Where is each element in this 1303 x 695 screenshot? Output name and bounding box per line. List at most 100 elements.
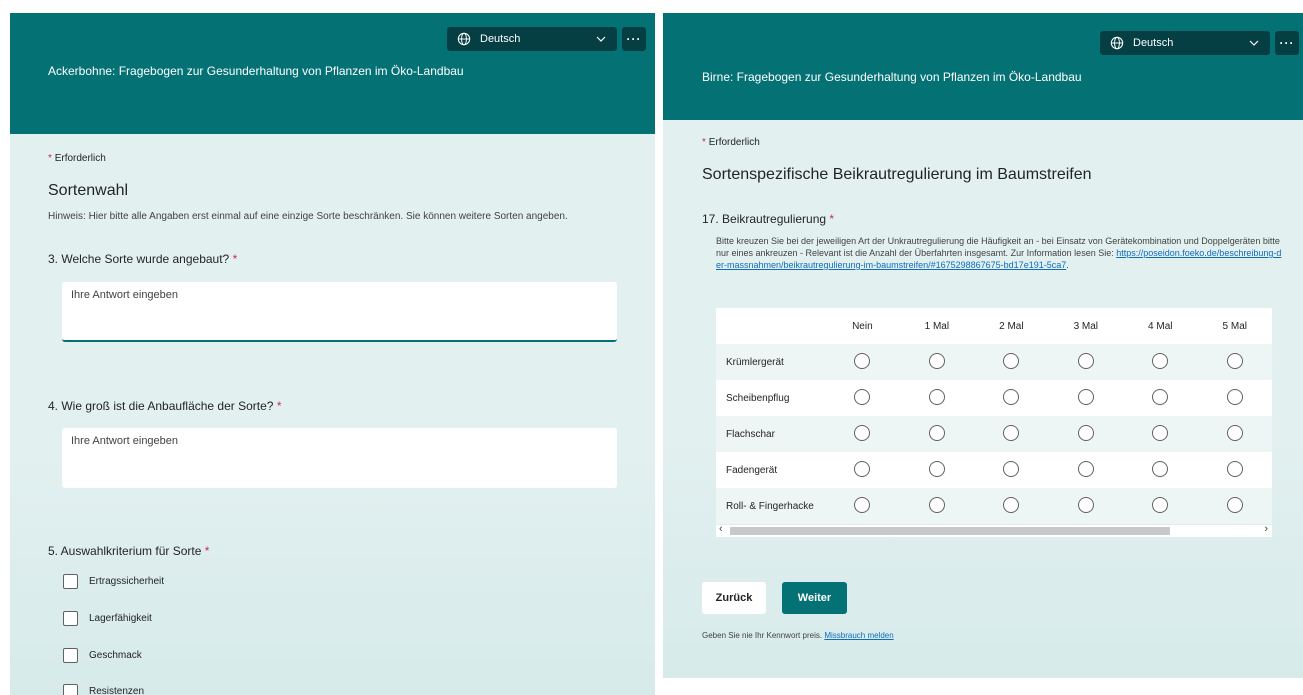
required-note: * Erforderlich: [48, 153, 106, 164]
matrix-cell: [1197, 344, 1272, 380]
matrix-cell: [1123, 380, 1198, 416]
matrix-cell: [974, 416, 1049, 452]
matrix-cell: [825, 416, 900, 452]
radio-button[interactable]: [1152, 388, 1169, 405]
matrix-corner: [716, 308, 826, 344]
matrix-cell: [974, 452, 1049, 488]
section-hint: Hinweis: Hier bitte alle Angaben erst ei…: [48, 211, 568, 222]
matrix-cell: [974, 380, 1049, 416]
radio-button[interactable]: [928, 460, 945, 477]
radio-button[interactable]: [1152, 496, 1169, 513]
matrix-row: Fadengerät: [716, 452, 1272, 488]
radio-button[interactable]: [928, 496, 945, 513]
more-options-button[interactable]: ···: [1275, 31, 1299, 55]
language-select[interactable]: Deutsch: [447, 27, 617, 51]
footer-note: Geben Sie nie Ihr Kennwort preis. Missbr…: [702, 631, 894, 640]
report-abuse-link[interactable]: Missbrauch melden: [824, 631, 893, 640]
radio-button[interactable]: [1226, 460, 1243, 477]
radio-button[interactable]: [854, 424, 871, 441]
option-ertragssicherheit[interactable]: Ertragssicherheit: [63, 574, 164, 589]
radio-button[interactable]: [1003, 424, 1020, 441]
matrix-row-label: Scheibenpflug: [716, 380, 826, 416]
horizontal-scrollbar[interactable]: ‹ ›: [716, 523, 1272, 537]
radio-button[interactable]: [1077, 388, 1094, 405]
matrix-cell: [825, 380, 900, 416]
radio-button[interactable]: [1077, 424, 1094, 441]
form-header: Deutsch ··· Birne: Fragebogen zur Gesund…: [663, 13, 1303, 120]
matrix-table: Nein 1 Mal 2 Mal 3 Mal 4 Mal 5 Mal Krümlerger…: [716, 308, 1272, 524]
option-geschmack[interactable]: Geschmack: [63, 648, 142, 663]
next-button[interactable]: Weiter: [782, 582, 847, 614]
radio-button[interactable]: [1152, 424, 1169, 441]
radio-button[interactable]: [928, 388, 945, 405]
radio-button[interactable]: [854, 352, 871, 369]
matrix-cell: [1048, 344, 1124, 380]
matrix-row: Scheibenpflug: [716, 380, 1272, 416]
radio-button[interactable]: [1003, 352, 1020, 369]
radio-button[interactable]: [854, 496, 871, 513]
radio-button[interactable]: [1226, 388, 1243, 405]
globe-icon: [457, 32, 471, 46]
matrix-cell: [1197, 452, 1272, 488]
checkbox-label: Lagerfähigkeit: [89, 613, 152, 624]
option-lagerfaehigkeit[interactable]: Lagerfähigkeit: [63, 611, 152, 626]
matrix-cell: [899, 380, 975, 416]
radio-button[interactable]: [1003, 496, 1020, 513]
radio-button[interactable]: [1077, 460, 1094, 477]
matrix-cell: [899, 452, 975, 488]
matrix-cell: [974, 488, 1049, 524]
matrix-cell: [899, 488, 975, 524]
language-label: Deutsch: [1133, 37, 1174, 49]
radio-button[interactable]: [854, 460, 871, 477]
radio-button[interactable]: [1152, 460, 1169, 477]
checkbox[interactable]: [63, 648, 78, 663]
matrix-column-header: 1 Mal: [899, 308, 975, 344]
matrix-row-label: Flachschar: [716, 416, 826, 452]
checkbox[interactable]: [63, 574, 78, 589]
radio-button[interactable]: [1226, 496, 1243, 513]
variety-input[interactable]: Ihre Antwort eingeben: [62, 282, 617, 342]
radio-button[interactable]: [854, 388, 871, 405]
radio-button[interactable]: [1226, 352, 1243, 369]
question-17-title: 17. Beikrautregulierung *: [702, 212, 835, 226]
radio-button[interactable]: [1077, 352, 1094, 369]
radio-button[interactable]: [928, 424, 945, 441]
matrix-cell: [1197, 416, 1272, 452]
chevron-right-icon[interactable]: ›: [1264, 523, 1268, 535]
language-select[interactable]: Deutsch: [1100, 31, 1270, 55]
form-title: Birne: Fragebogen zur Gesunderhaltung vo…: [702, 70, 1082, 84]
section-title: Sortenspezifische Beikrautregulierung im…: [702, 166, 1092, 183]
chevron-down-icon: [596, 36, 606, 42]
input-placeholder: Ihre Antwort eingeben: [71, 435, 179, 447]
radio-button[interactable]: [1226, 424, 1243, 441]
more-options-button[interactable]: ···: [622, 27, 646, 51]
matrix-cell: [1048, 452, 1124, 488]
matrix-cell: [1197, 380, 1272, 416]
radio-button[interactable]: [1003, 460, 1020, 477]
checkbox[interactable]: [63, 684, 78, 695]
more-icon: ···: [626, 32, 642, 46]
radio-button[interactable]: [1003, 388, 1020, 405]
radio-button[interactable]: [928, 352, 945, 369]
checkbox-label: Resistenzen: [89, 686, 145, 695]
form-header: Deutsch ··· Ackerbohne: Fragebogen zur G…: [10, 13, 655, 134]
matrix-cell: [1197, 488, 1272, 524]
back-button[interactable]: Zurück: [702, 582, 766, 614]
chevron-left-icon[interactable]: ‹: [719, 523, 723, 535]
option-resistenzen[interactable]: Resistenzen: [63, 684, 144, 695]
matrix-cell: [1048, 488, 1124, 524]
checkbox-label: Ertragssicherheit: [89, 576, 165, 587]
matrix-cell: [1123, 488, 1198, 524]
matrix-row: Roll- & Fingerhacke: [716, 488, 1272, 524]
radio-button[interactable]: [1152, 352, 1169, 369]
matrix-cell: [899, 416, 975, 452]
area-input[interactable]: Ihre Antwort eingeben: [62, 428, 617, 488]
checkbox[interactable]: [63, 611, 78, 626]
scrollbar-thumb[interactable]: [730, 527, 1170, 535]
matrix-cell: [1123, 416, 1198, 452]
radio-button[interactable]: [1077, 496, 1094, 513]
question-3-title: 3. Welche Sorte wurde angebaut? *: [48, 252, 238, 266]
matrix-cell: [1123, 452, 1198, 488]
matrix-column-header: 3 Mal: [1048, 308, 1124, 344]
checkbox-label: Geschmack: [89, 650, 142, 661]
